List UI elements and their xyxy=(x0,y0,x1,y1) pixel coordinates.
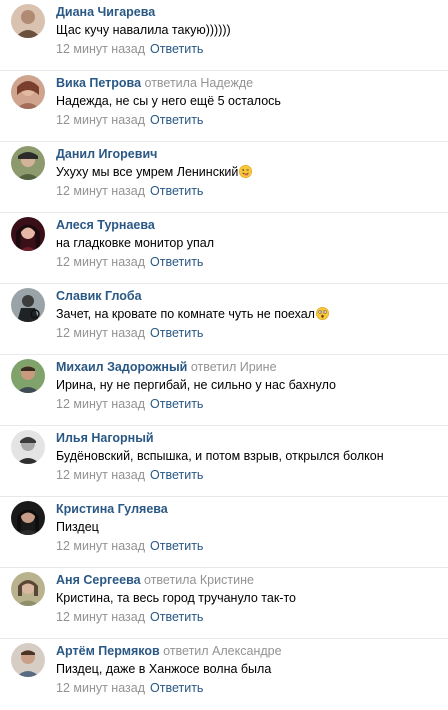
author-name[interactable]: Илья Нагорный xyxy=(56,431,154,445)
author-name[interactable]: Михаил Задорожный xyxy=(56,360,187,374)
comment-text: Пиздец, даже в Ханжосе волна была xyxy=(56,662,272,676)
comment-text: Ухуху мы все умрем Ленинский xyxy=(56,165,444,180)
reply-button[interactable]: Ответить xyxy=(150,468,203,482)
avatar[interactable] xyxy=(11,430,45,464)
avatar[interactable] xyxy=(11,217,45,251)
comment-time[interactable]: 12 минут назад xyxy=(56,539,145,553)
comment-item: Артём Пермяков ответил Александре Пиздец… xyxy=(0,639,448,710)
avatar[interactable] xyxy=(11,4,45,38)
avatar[interactable] xyxy=(11,75,45,109)
comment-time[interactable]: 12 минут назад xyxy=(56,42,145,56)
avatar[interactable] xyxy=(11,146,45,180)
comment-item: Диана Чигарева Щас кучу навалила такую))… xyxy=(0,0,448,71)
comment-time[interactable]: 12 минут назад xyxy=(56,255,145,269)
author-name[interactable]: Алеся Турнаева xyxy=(56,218,155,232)
comment-item: Вика Петрова ответила Надежде Надежда, н… xyxy=(0,71,448,142)
comment-time[interactable]: 12 минут назад xyxy=(56,468,145,482)
comment-item: Данил Игоревич Ухуху мы все умрем Ленинс… xyxy=(0,142,448,213)
reply-button[interactable]: Ответить xyxy=(150,681,203,695)
comment-item: Михаил Задорожный ответил Ирине Ирина, н… xyxy=(0,355,448,426)
comments-list: Диана Чигарева Щас кучу навалила такую))… xyxy=(0,0,448,710)
avatar[interactable] xyxy=(11,359,45,393)
comment-text: Ирина, ну не пергибай, не сильно у нас б… xyxy=(56,378,336,392)
author-name[interactable]: Кристина Гуляева xyxy=(56,502,168,516)
winking-tongue-emoji-icon xyxy=(239,165,253,178)
comment-item: Кристина Гуляева Пиздец 12 минут назад От… xyxy=(0,497,448,568)
comment-text: Надежда, не сы у него ещё 5 осталось xyxy=(56,94,281,108)
comment-item: Илья Нагорный Будёновский, вспышка, и по… xyxy=(0,426,448,497)
comment-item: Аня Сергеева ответила Кристине Кристина,… xyxy=(0,568,448,639)
comment-item: Славик Глоба Зачет, на кровате по комнат… xyxy=(0,284,448,355)
reply-button[interactable]: Ответить xyxy=(150,326,203,340)
comment-text: Щас кучу навалила такую)))))) xyxy=(56,23,231,37)
comment-item: Алеся Турнаева на гладковке монитор упал… xyxy=(0,213,448,284)
comment-text: Пиздец xyxy=(56,520,99,534)
comment-time[interactable]: 12 минут назад xyxy=(56,184,145,198)
reply-button[interactable]: Ответить xyxy=(150,539,203,553)
author-name[interactable]: Вика Петрова xyxy=(56,76,141,90)
reply-to-label[interactable]: ответила Надежде xyxy=(145,76,254,90)
avatar[interactable] xyxy=(11,572,45,606)
reply-button[interactable]: Ответить xyxy=(150,397,203,411)
comment-time[interactable]: 12 минут назад xyxy=(56,113,145,127)
reply-button[interactable]: Ответить xyxy=(150,610,203,624)
astonished-emoji-icon xyxy=(315,307,329,320)
reply-to-label[interactable]: ответил Александре xyxy=(163,644,281,658)
author-name[interactable]: Артём Пермяков xyxy=(56,644,160,658)
comment-time[interactable]: 12 минут назад xyxy=(56,326,145,340)
comment-time[interactable]: 12 минут назад xyxy=(56,681,145,695)
author-name[interactable]: Данил Игоревич xyxy=(56,147,157,161)
reply-button[interactable]: Ответить xyxy=(150,42,203,56)
comment-time[interactable]: 12 минут назад xyxy=(56,397,145,411)
reply-button[interactable]: Ответить xyxy=(150,255,203,269)
comment-text: Кристина, та весь город тручануло так-то xyxy=(56,591,296,605)
avatar[interactable] xyxy=(11,643,45,677)
author-name[interactable]: Аня Сергеева xyxy=(56,573,141,587)
author-name[interactable]: Диана Чигарева xyxy=(56,5,155,19)
reply-button[interactable]: Ответить xyxy=(150,184,203,198)
reply-to-label[interactable]: ответила Кристине xyxy=(144,573,254,587)
avatar[interactable] xyxy=(11,501,45,535)
comment-text: на гладковке монитор упал xyxy=(56,236,215,250)
reply-to-label[interactable]: ответил Ирине xyxy=(191,360,277,374)
comment-text: Зачет, на кровате по комнате чуть не пое… xyxy=(56,307,444,322)
reply-button[interactable]: Ответить xyxy=(150,113,203,127)
comment-text: Будёновский, вспышка, и потом взрыв, отк… xyxy=(56,449,384,463)
avatar[interactable] xyxy=(11,288,45,322)
comment-time[interactable]: 12 минут назад xyxy=(56,610,145,624)
author-name[interactable]: Славик Глоба xyxy=(56,289,142,303)
